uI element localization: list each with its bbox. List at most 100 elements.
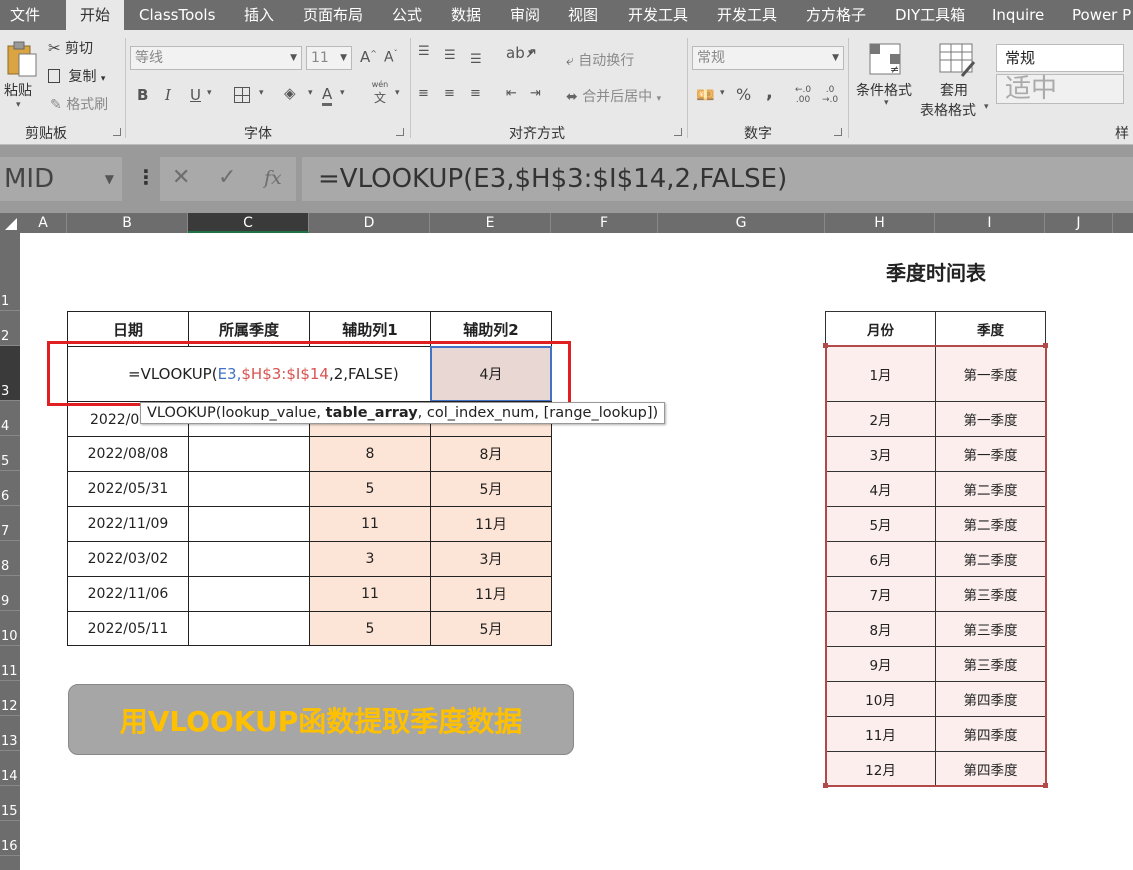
column-header-b[interactable]: B [67, 213, 188, 233]
bold-button[interactable]: B [137, 86, 148, 104]
fill-dropdown-icon[interactable]: ▾ [308, 88, 313, 98]
cell-date[interactable]: 2022/08/08 [67, 436, 189, 472]
tab-insert[interactable]: 插入 [244, 0, 274, 30]
decrease-decimal-button[interactable]: .0 →.0 [822, 85, 838, 105]
row-header-7[interactable]: 7 [0, 506, 20, 541]
cell-quarter[interactable] [188, 436, 310, 472]
tab-view[interactable]: 视图 [568, 0, 598, 30]
align-center-icon[interactable]: ≡ [444, 86, 455, 101]
column-header-c[interactable]: C [188, 213, 309, 233]
insert-function-icon[interactable]: fx [264, 167, 282, 189]
cell-aux2[interactable]: 5月 [430, 471, 552, 507]
align-bottom-icon[interactable]: ☰ [470, 52, 482, 67]
increase-decimal-button[interactable]: ←.0.00 [795, 85, 811, 105]
range-handle[interactable] [1043, 783, 1048, 788]
cell-aux2[interactable]: 8月 [430, 436, 552, 472]
tab-review[interactable]: 审阅 [510, 0, 540, 30]
phonetic-button[interactable]: wén 文 [369, 80, 391, 106]
cell-aux2[interactable]: 11月 [430, 576, 552, 612]
cut-button[interactable]: ✂ 剪切 [48, 38, 93, 58]
enter-icon[interactable]: ✓ [218, 165, 236, 190]
alignment-launcher-icon[interactable] [674, 128, 682, 136]
format-as-table-button[interactable]: 套用 表格格式 ▾ [920, 40, 992, 120]
column-header-e[interactable]: E [430, 213, 551, 233]
cell-aux1[interactable]: 11 [309, 576, 431, 612]
border-dropdown-icon[interactable]: ▾ [259, 88, 264, 98]
cell-aux2[interactable]: 5月 [430, 611, 552, 646]
function-tooltip[interactable]: VLOOKUP(lookup_value, table_array, col_i… [140, 402, 666, 424]
font-color-button[interactable]: A [322, 85, 333, 106]
column-header-f[interactable]: F [551, 213, 658, 233]
currency-icon[interactable]: 💴 [696, 86, 715, 104]
increase-indent-icon[interactable]: ⇥ [530, 86, 541, 101]
italic-button[interactable]: I [165, 86, 171, 104]
name-box[interactable]: MID ▼ [0, 157, 122, 201]
cell-date[interactable]: 2022/05/31 [67, 471, 189, 507]
cell-aux1[interactable]: 5 [309, 471, 431, 507]
align-middle-icon[interactable]: ☰ [444, 48, 456, 63]
cell-quarter[interactable] [188, 576, 310, 612]
tab-page-layout[interactable]: 页面布局 [303, 0, 363, 30]
row-header-16[interactable]: 16 [0, 821, 20, 856]
align-left-icon[interactable]: ≡ [418, 86, 429, 101]
header-season[interactable]: 季度 [935, 311, 1046, 347]
cell-aux1[interactable]: 5 [309, 611, 431, 646]
cell-quarter[interactable] [188, 506, 310, 542]
row-header-12[interactable]: 12 [0, 681, 20, 716]
cell-date[interactable]: 2022/03/02 [67, 541, 189, 577]
cell-quarter[interactable] [188, 611, 310, 646]
cell-date[interactable]: 2022/11/06 [67, 576, 189, 612]
font-size-combo[interactable]: 11 ▼ [306, 46, 352, 70]
row-header-1[interactable]: 1 [0, 233, 20, 311]
row-header-11[interactable]: 11 [0, 646, 20, 681]
style-normal[interactable]: 常规 [996, 44, 1124, 72]
tab-classtools[interactable]: ClassTools [139, 0, 215, 30]
align-top-icon[interactable]: ☰ [418, 44, 430, 59]
tab-data[interactable]: 数据 [451, 0, 481, 30]
row-header-9[interactable]: 9 [0, 576, 20, 611]
cell-aux2[interactable]: 11月 [430, 506, 552, 542]
number-format-combo[interactable]: 常规 ▼ [692, 46, 844, 70]
tab-diy-toolbox[interactable]: DIY工具箱 [895, 0, 965, 30]
row-header-5[interactable]: 5 [0, 436, 20, 471]
fill-color-icon[interactable]: ◈ [284, 84, 296, 102]
column-header-h[interactable]: H [825, 213, 935, 233]
decrease-indent-icon[interactable]: ⇤ [506, 86, 517, 101]
format-painter-button[interactable]: ✎ 格式刷 [50, 94, 108, 114]
percent-button[interactable]: % [736, 85, 751, 104]
tab-home[interactable]: 开始 [66, 0, 124, 30]
row-header-2[interactable]: 2 [0, 311, 20, 346]
column-header-i[interactable]: I [935, 213, 1045, 233]
copy-button[interactable]: 复制 ▾ [48, 66, 105, 86]
row-header-6[interactable]: 6 [0, 471, 20, 506]
align-right-icon[interactable]: ≡ [470, 86, 481, 101]
cell-aux1[interactable]: 8 [309, 436, 431, 472]
wrap-text-button[interactable]: ⤶ 自动换行 [566, 50, 634, 70]
font-color-dropdown-icon[interactable]: ▾ [340, 88, 345, 98]
style-medium[interactable]: 适中 [996, 74, 1124, 104]
tab-power-pivot[interactable]: Power P [1072, 0, 1131, 30]
underline-dropdown-icon[interactable]: ▾ [207, 88, 212, 98]
row-header-10[interactable]: 10 [0, 611, 20, 646]
font-name-combo[interactable]: 等线 ▼ [130, 46, 302, 70]
cell-aux1[interactable]: 3 [309, 541, 431, 577]
cancel-icon[interactable]: ✕ [172, 165, 190, 190]
cell-date[interactable]: 2022/05/11 [67, 611, 189, 646]
cell-quarter[interactable] [188, 541, 310, 577]
underline-button[interactable]: U [190, 86, 201, 104]
select-all-icon[interactable] [0, 213, 20, 233]
column-header-j[interactable]: J [1045, 213, 1113, 233]
row-header-4[interactable]: 4 [0, 401, 20, 436]
row-header-13[interactable]: 13 [0, 716, 20, 751]
comma-button[interactable]: , [766, 82, 773, 103]
cell-aux1[interactable]: 11 [309, 506, 431, 542]
cell-aux2[interactable]: 3月 [430, 541, 552, 577]
row-header-3[interactable]: 3 [0, 346, 20, 401]
tab-fangfang[interactable]: 方方格子 [806, 0, 866, 30]
phonetic-dropdown-icon[interactable]: ▾ [395, 88, 400, 98]
conditional-format-button[interactable]: ≠ 条件格式 ▾ [852, 40, 920, 120]
tab-formulas[interactable]: 公式 [392, 0, 422, 30]
font-launcher-icon[interactable] [396, 128, 404, 136]
tab-inquire[interactable]: Inquire [992, 0, 1044, 30]
cell-quarter[interactable] [188, 471, 310, 507]
